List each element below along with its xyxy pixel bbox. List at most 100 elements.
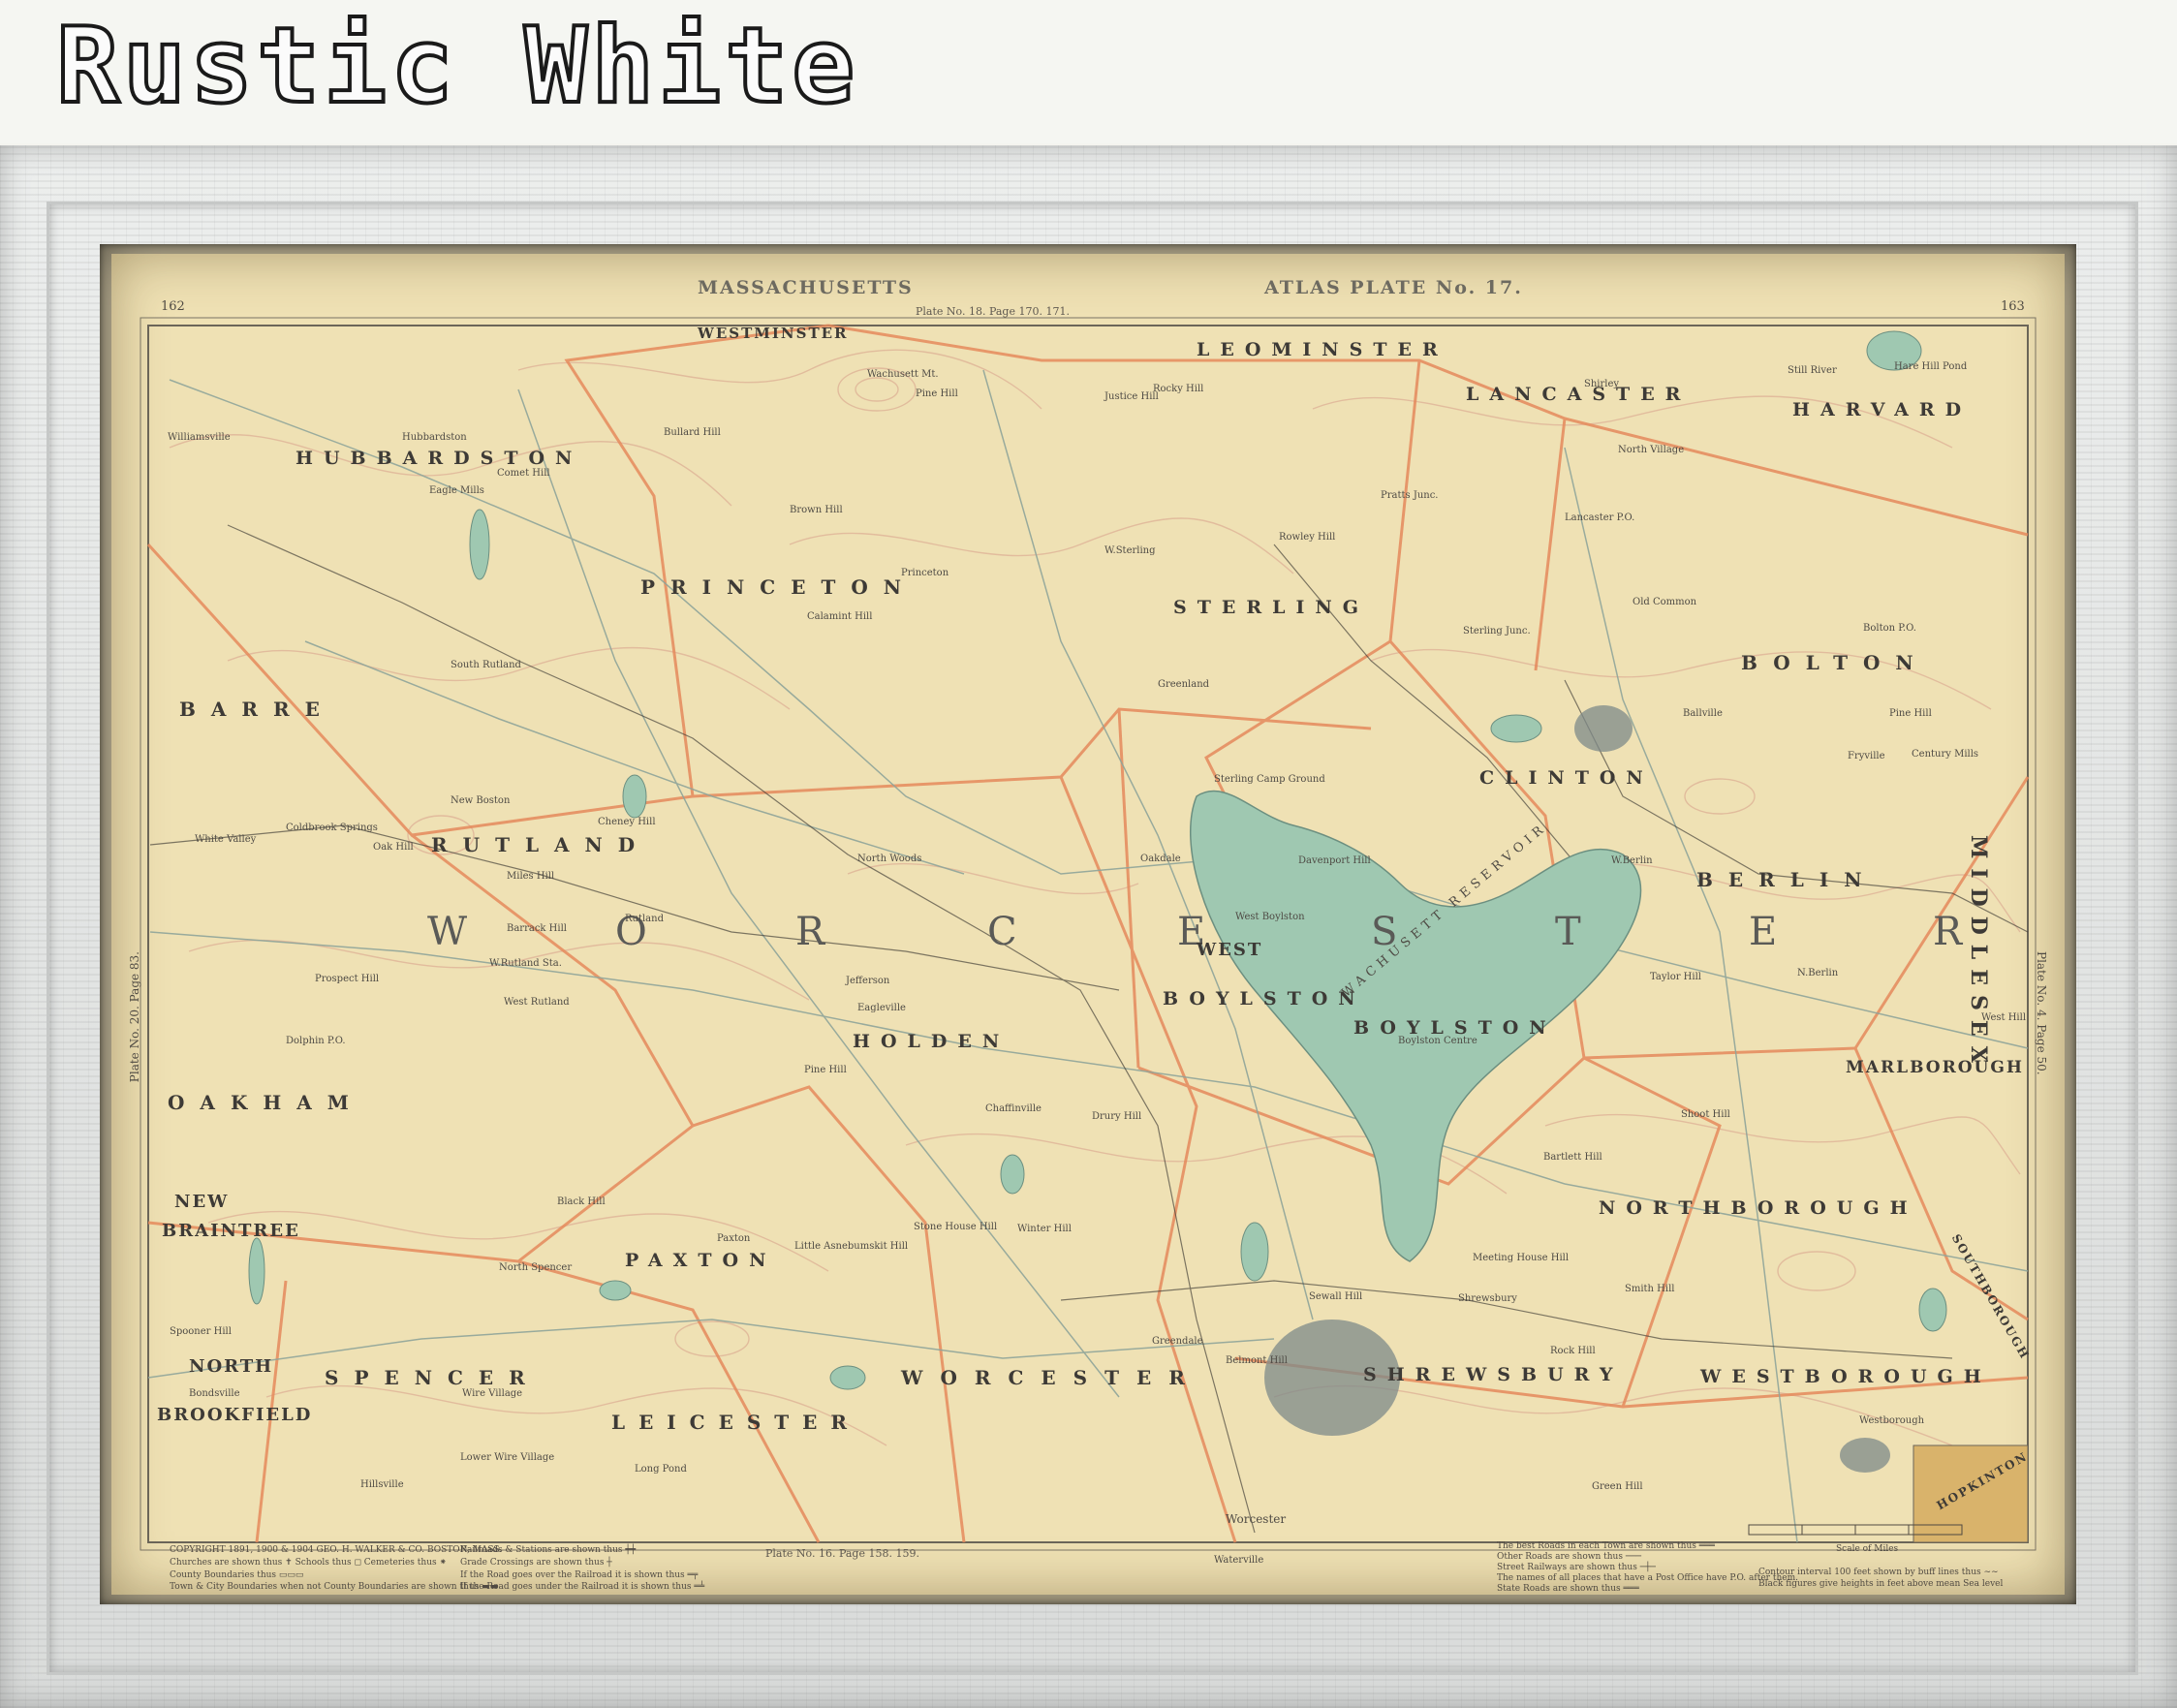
- village-label: New Boston: [451, 795, 511, 806]
- town-label: WEST: [1197, 940, 1263, 960]
- town-label: HARVARD: [1792, 399, 1973, 420]
- village-label: Pratts Junc.: [1381, 490, 1439, 501]
- legend-item: Railroads & Stations are shown thus ┿┿: [460, 1545, 637, 1555]
- town-label: NORTH: [189, 1356, 274, 1377]
- village-label: Justice Hill: [1104, 391, 1159, 402]
- village-label: Eagleville: [857, 1003, 906, 1013]
- town-label: PAXTON: [625, 1250, 777, 1271]
- town-label: NEW: [174, 1192, 230, 1212]
- village-label: Barrack Hill: [507, 923, 567, 934]
- village-label: Lower Wire Village: [460, 1452, 555, 1463]
- village-label: Long Pond: [635, 1464, 687, 1475]
- village-label: Spooner Hill: [170, 1326, 232, 1337]
- village-label: W.Berlin: [1611, 855, 1653, 866]
- village-label: North Village: [1618, 445, 1685, 455]
- village-label: Williamsville: [168, 432, 231, 443]
- village-label: Shoot Hill: [1681, 1109, 1730, 1120]
- page-number-left: 162: [161, 299, 185, 314]
- village-label: Chaffinville: [985, 1103, 1042, 1114]
- village-label: Shirley: [1584, 379, 1620, 389]
- village-label: Sterling Junc.: [1463, 626, 1531, 637]
- town-label: BRAINTREE: [162, 1221, 300, 1241]
- legend-copyright: COPYRIGHT 1891, 1900 & 1904 GEO. H. WALK…: [170, 1545, 503, 1555]
- village-label: Hare Hill Pond: [1894, 361, 1968, 372]
- map-sheet: MASSACHUSETTS ATLAS PLATE No. 17. 162 16…: [111, 254, 2065, 1595]
- village-label: Shrewsbury: [1458, 1293, 1517, 1304]
- village-label: Rutland: [625, 914, 664, 924]
- village-label: Hillsville: [360, 1479, 404, 1490]
- county-letter: E: [1749, 910, 1784, 954]
- county-letter: R: [1933, 910, 1969, 954]
- legend-item: The names of all places that have a Post…: [1497, 1573, 1798, 1583]
- town-label: WORCESTER: [901, 1366, 1202, 1389]
- village-label: Eagle Mills: [429, 485, 484, 496]
- village-label: North Woods: [857, 854, 922, 864]
- village-label: Greenland: [1158, 679, 1210, 690]
- village-label: Calamint Hill: [807, 611, 873, 622]
- village-label: W.Sterling: [1104, 545, 1156, 556]
- village-label: Fryville: [1848, 751, 1885, 761]
- village-label: Drury Hill: [1092, 1111, 1142, 1122]
- village-label: Prospect Hill: [315, 974, 380, 984]
- town-label: LEICESTER: [611, 1411, 861, 1434]
- map-header-left: MASSACHUSETTS: [698, 277, 914, 298]
- village-label: N.Berlin: [1797, 968, 1839, 978]
- village-label: Still River: [1788, 365, 1837, 376]
- map-header-right: ATLAS PLATE No. 17.: [1264, 277, 1523, 298]
- legend-item: Black figures give heights in feet above…: [1758, 1579, 2004, 1589]
- village-label: Pine Hill: [1889, 708, 1932, 719]
- town-label: CLINTON: [1479, 767, 1654, 789]
- village-label: Wire Village: [462, 1388, 523, 1399]
- village-label: Worcester: [1226, 1512, 1287, 1526]
- village-label: Bartlett Hill: [1543, 1152, 1602, 1163]
- town-label: WESTBOROUGH: [1700, 1366, 1992, 1387]
- village-label: North Spencer: [499, 1262, 573, 1273]
- legend-item: State Roads are shown thus ═══: [1497, 1584, 1639, 1594]
- village-label: Sewall Hill: [1309, 1291, 1363, 1302]
- legend-item: The best Roads in each Town are shown th…: [1497, 1541, 1715, 1551]
- village-label: Little Asnebumskit Hill: [794, 1241, 909, 1252]
- scale-label: Scale of Miles: [1836, 1544, 1899, 1554]
- legend-item: Contour interval 100 feet shown by buff …: [1758, 1568, 1999, 1577]
- village-label: Wachusett Mt.: [867, 369, 939, 380]
- town-label: RUTLAND: [431, 833, 651, 856]
- village-label: Pine Hill: [804, 1065, 847, 1075]
- village-label: Brown Hill: [790, 505, 843, 515]
- village-label: Smith Hill: [1625, 1284, 1675, 1294]
- village-label: Meeting House Hill: [1473, 1253, 1570, 1263]
- village-label: Lancaster P.O.: [1565, 512, 1635, 523]
- village-label: Miles Hill: [507, 871, 555, 882]
- town-label: HUBBARDSTON: [295, 448, 583, 469]
- county-letter: R: [795, 910, 831, 954]
- frame-style-title: Rustic White: [54, 6, 859, 127]
- town-label: HOLDEN: [853, 1031, 1011, 1052]
- village-label: Paxton: [717, 1233, 751, 1244]
- village-label: Hubbardston: [402, 432, 467, 443]
- town-label: WESTMINSTER: [698, 325, 849, 342]
- village-label: Century Mills: [1912, 749, 1979, 760]
- village-label: Rowley Hill: [1279, 532, 1336, 543]
- village-label: Black Hill: [557, 1196, 606, 1207]
- adjoining-plate-top: Plate No. 18. Page 170. 171.: [916, 305, 1070, 318]
- legend-item: Grade Crossings are shown thus ┼: [460, 1558, 612, 1568]
- village-label: Boylston Centre: [1398, 1036, 1477, 1046]
- village-label: Green Hill: [1592, 1481, 1643, 1492]
- village-label: Waterville: [1214, 1555, 1264, 1566]
- town-label: BOLTON: [1741, 651, 1929, 674]
- village-label: West Rutland: [504, 997, 570, 1008]
- village-label: Jefferson: [846, 976, 890, 986]
- village-label: Davenport Hill: [1298, 855, 1371, 866]
- village-label: White Valley: [195, 834, 257, 845]
- county-label-middlesex: MIDDLESEX: [1966, 835, 1991, 1072]
- county-letter: W: [427, 910, 474, 954]
- village-label: Stone House Hill: [914, 1222, 998, 1232]
- town-label: LANCASTER: [1466, 384, 1692, 405]
- village-label: Westborough: [1859, 1415, 1925, 1426]
- village-label: Rocky Hill: [1153, 384, 1204, 394]
- header-bar: Rustic White: [0, 0, 2177, 143]
- town-label: MARLBOROUGH: [1846, 1058, 2024, 1077]
- village-label: Bolton P.O.: [1863, 623, 1916, 634]
- village-label: South Rutland: [451, 660, 521, 670]
- village-label: Oak Hill: [373, 842, 414, 853]
- town-label: BOYLSTON: [1163, 988, 1366, 1009]
